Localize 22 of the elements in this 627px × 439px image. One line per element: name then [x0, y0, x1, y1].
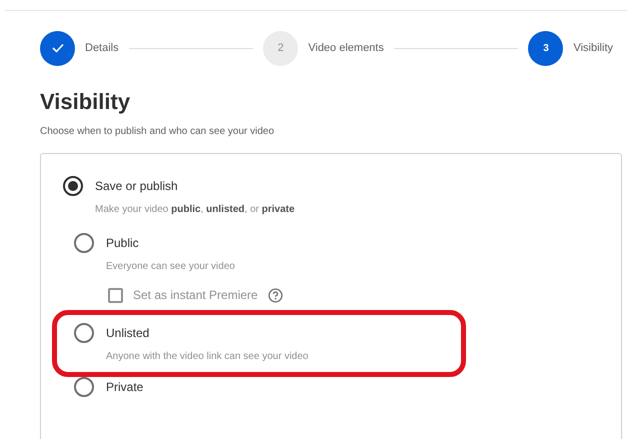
checkbox-label: Set as instant Premiere — [133, 287, 258, 304]
section-heading: Visibility — [40, 88, 132, 116]
option-label: Public — [106, 235, 139, 252]
section-subtitle: Choose when to publish and who can see your video — [40, 125, 276, 139]
step-label: Details — [85, 40, 119, 56]
option-label: Private — [106, 379, 144, 396]
radio-button[interactable] — [74, 377, 94, 397]
step-label: Visibility — [573, 40, 613, 56]
checkbox[interactable] — [108, 288, 123, 302]
help-icon[interactable] — [268, 288, 283, 302]
step-number: 2 — [263, 30, 298, 66]
radio-button[interactable] — [74, 233, 94, 253]
check-icon — [52, 43, 64, 53]
step-label: Video elements — [308, 40, 384, 56]
option-label: Unlisted — [106, 325, 150, 342]
option-label: Save or publish — [95, 178, 178, 195]
option-description: Make your video public, unlisted, or private — [95, 203, 296, 217]
radio-button[interactable] — [63, 176, 83, 196]
option-description: Anyone with the video link can see your video — [106, 350, 310, 364]
step-number: 3 — [528, 30, 564, 66]
option-description: Everyone can see your video — [106, 260, 236, 274]
radio-button[interactable] — [74, 323, 94, 343]
